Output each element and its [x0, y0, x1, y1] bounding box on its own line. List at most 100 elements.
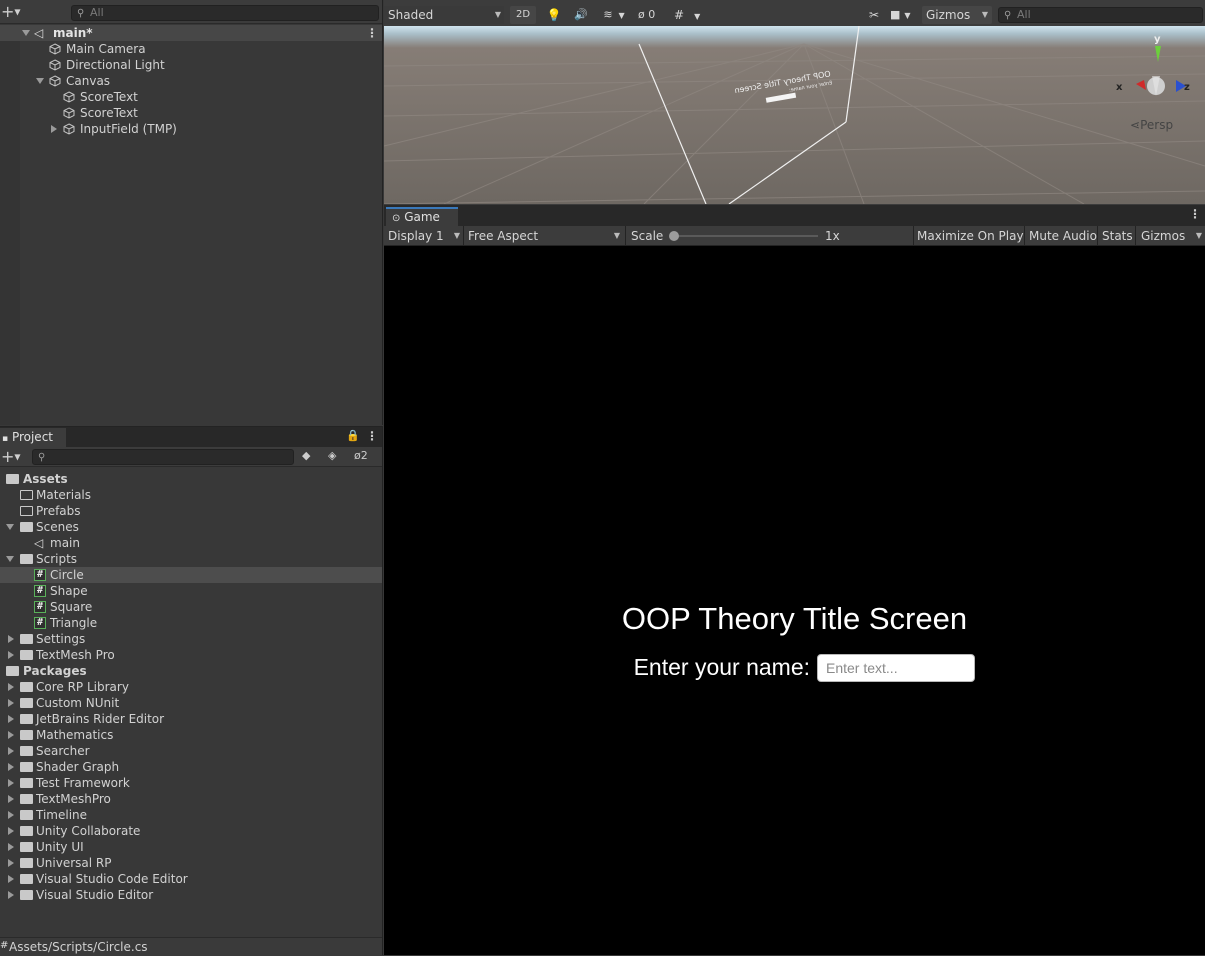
tree-item-scripts[interactable]: Scripts	[0, 551, 382, 567]
lighting-toggle-icon[interactable]: 💡	[542, 6, 566, 24]
name-input[interactable]: Enter text...	[817, 654, 975, 682]
project-panel-menu-icon[interactable]: ⋮	[366, 429, 378, 443]
collapse-arrow-icon[interactable]	[8, 827, 14, 835]
camera-settings-icon[interactable]: ■ ▼	[890, 6, 920, 24]
collapse-arrow-icon[interactable]	[8, 699, 14, 707]
filter-by-type-icon[interactable]: ◆	[302, 449, 310, 462]
collapse-arrow-icon[interactable]	[8, 731, 14, 739]
game-panel-menu-icon[interactable]: ⋮	[1189, 207, 1201, 221]
tree-item-materials[interactable]: Materials	[0, 487, 382, 503]
scene-menu-icon[interactable]: ⋮	[366, 25, 378, 41]
audio-toggle-icon[interactable]: 🔊	[570, 6, 592, 24]
collapse-arrow-icon[interactable]	[8, 635, 14, 643]
toggle-2d-button[interactable]: 2D	[510, 6, 536, 24]
tree-item-package-custom-nunit[interactable]: Custom NUnit	[0, 695, 382, 711]
collapse-arrow-icon[interactable]	[8, 859, 14, 867]
create-plus-icon[interactable]: +▼	[1, 447, 21, 468]
tree-assets-label: Assets	[23, 472, 68, 486]
collapse-arrow-icon[interactable]	[8, 715, 14, 723]
expand-arrow-icon[interactable]	[6, 524, 14, 530]
tree-item-square[interactable]: # Square	[0, 599, 382, 615]
tree-item-scenes[interactable]: Scenes	[0, 519, 382, 535]
game-gizmos-dropdown[interactable]: Gizmos ▼	[1137, 227, 1205, 245]
expand-arrow-icon[interactable]	[36, 78, 44, 84]
folder-icon	[20, 746, 33, 756]
add-plus-icon[interactable]: +▼	[1, 3, 21, 21]
tree-item-assets[interactable]: Assets	[0, 471, 382, 487]
tree-item-package-jetbrains-rider-editor[interactable]: JetBrains Rider Editor	[0, 711, 382, 727]
collapse-arrow-icon[interactable]	[8, 651, 14, 659]
project-search-input[interactable]: ⚲	[32, 449, 294, 465]
stats-button[interactable]: Stats	[1102, 227, 1133, 245]
hierarchy-item-inputfield[interactable]: InputField (TMP)	[0, 121, 382, 137]
hierarchy-item-scoretext-2[interactable]: ScoreText	[0, 105, 382, 121]
tab-project[interactable]: ▪ Project	[0, 428, 66, 447]
tab-game[interactable]: ⊙ Game	[386, 207, 458, 226]
tree-item-label: Settings	[36, 632, 86, 646]
collapse-arrow-icon[interactable]	[8, 891, 14, 899]
collapse-arrow-icon[interactable]	[8, 843, 14, 851]
tree-item-prefabs[interactable]: Prefabs	[0, 503, 382, 519]
tree-item-package-universal-rp[interactable]: Universal RP	[0, 855, 382, 871]
hierarchy-item-canvas[interactable]: Canvas	[0, 73, 382, 89]
tree-item-label: Prefabs	[36, 504, 81, 518]
collapse-arrow-icon[interactable]	[8, 811, 14, 819]
collapse-arrow-icon[interactable]	[8, 875, 14, 883]
tree-item-label: Materials	[36, 488, 92, 502]
mute-audio-button[interactable]: Mute Audio	[1029, 227, 1097, 245]
orientation-gizmo[interactable]: y x z	[1116, 34, 1202, 110]
collapse-arrow-icon[interactable]	[8, 763, 14, 771]
tree-item-packages[interactable]: Packages	[0, 663, 382, 679]
effects-toggle-icon[interactable]: ≋ ▼	[596, 6, 632, 24]
scale-slider-handle[interactable]	[669, 231, 679, 241]
collapse-arrow-icon[interactable]	[8, 747, 14, 755]
collapse-arrow-icon[interactable]	[8, 779, 14, 787]
expand-arrow-icon[interactable]	[22, 30, 30, 36]
hierarchy-item-scoretext[interactable]: ScoreText	[0, 89, 382, 105]
perspective-toggle[interactable]: ⋖Persp	[1130, 118, 1173, 132]
tree-item-shape[interactable]: # Shape	[0, 583, 382, 599]
tree-item-package-textmeshpro[interactable]: TextMeshPro	[0, 791, 382, 807]
collapse-arrow-icon[interactable]	[51, 125, 57, 133]
scene-viewport[interactable]: OOP Theory Title Screen Enter your name:…	[384, 26, 1205, 204]
grid-toggle-icon[interactable]: # ▼	[674, 6, 708, 24]
tree-item-package-visual-studio-code-editor[interactable]: Visual Studio Code Editor	[0, 871, 382, 887]
tree-item-package-unity-collaborate[interactable]: Unity Collaborate	[0, 823, 382, 839]
tree-item-package-shader-graph[interactable]: Shader Graph	[0, 759, 382, 775]
scene-gizmos-dropdown[interactable]: Gizmos ▼	[922, 6, 992, 24]
shading-mode-dropdown[interactable]: Shaded ▼	[384, 6, 504, 24]
hidden-packages-toggle[interactable]: ø2	[354, 449, 368, 462]
tree-item-package-timeline[interactable]: Timeline	[0, 807, 382, 823]
hierarchy-item-main-camera[interactable]: Main Camera	[0, 41, 382, 57]
hidden-objects-button[interactable]: ø 0	[638, 6, 668, 24]
collapse-arrow-icon[interactable]	[8, 795, 14, 803]
scene-search-input[interactable]: ⚲ All	[998, 7, 1203, 23]
tree-item-package-visual-studio-editor[interactable]: Visual Studio Editor	[0, 887, 382, 903]
maximize-on-play-button[interactable]: Maximize On Play	[917, 227, 1024, 245]
tree-item-triangle[interactable]: # Triangle	[0, 615, 382, 631]
tree-item-package-searcher[interactable]: Searcher	[0, 743, 382, 759]
scene-header-row[interactable]: ◁ main* ⋮	[0, 25, 382, 41]
scene-gizmos-label: Gizmos	[926, 8, 971, 22]
hierarchy-search-input[interactable]: ⚲ All	[71, 5, 379, 21]
hierarchy-item-directional-light[interactable]: Directional Light	[0, 57, 382, 73]
aspect-dropdown[interactable]: Free Aspect ▼	[464, 227, 624, 245]
tree-item-package-test-framework[interactable]: Test Framework	[0, 775, 382, 791]
filter-by-label-icon[interactable]: ◈	[328, 449, 336, 462]
tree-item-package-mathematics[interactable]: Mathematics	[0, 727, 382, 743]
lock-icon[interactable]: 🔒	[346, 429, 360, 442]
tree-item-package-unity-ui[interactable]: Unity UI	[0, 839, 382, 855]
display-dropdown[interactable]: Display 1 ▼	[384, 227, 462, 245]
tree-item-package-core-rp-library[interactable]: Core RP Library	[0, 679, 382, 695]
scale-slider-track[interactable]	[670, 235, 818, 237]
tree-item-settings[interactable]: Settings	[0, 631, 382, 647]
csharp-script-icon: #	[34, 585, 46, 597]
tree-item-main-scene[interactable]: ◁ main	[0, 535, 382, 551]
tools-icon[interactable]: ✂	[864, 6, 884, 24]
name-label: Enter your name:	[633, 654, 810, 680]
scene-toolbar: Shaded ▼ 2D 💡 🔊 ≋ ▼ ø 0 # ▼ ✂ ■ ▼ Gizmos ▼ …	[384, 4, 1205, 26]
collapse-arrow-icon[interactable]	[8, 683, 14, 691]
tree-item-circle-selected[interactable]: # Circle	[0, 567, 382, 583]
tree-item-textmesh-pro[interactable]: TextMesh Pro	[0, 647, 382, 663]
expand-arrow-icon[interactable]	[6, 556, 14, 562]
